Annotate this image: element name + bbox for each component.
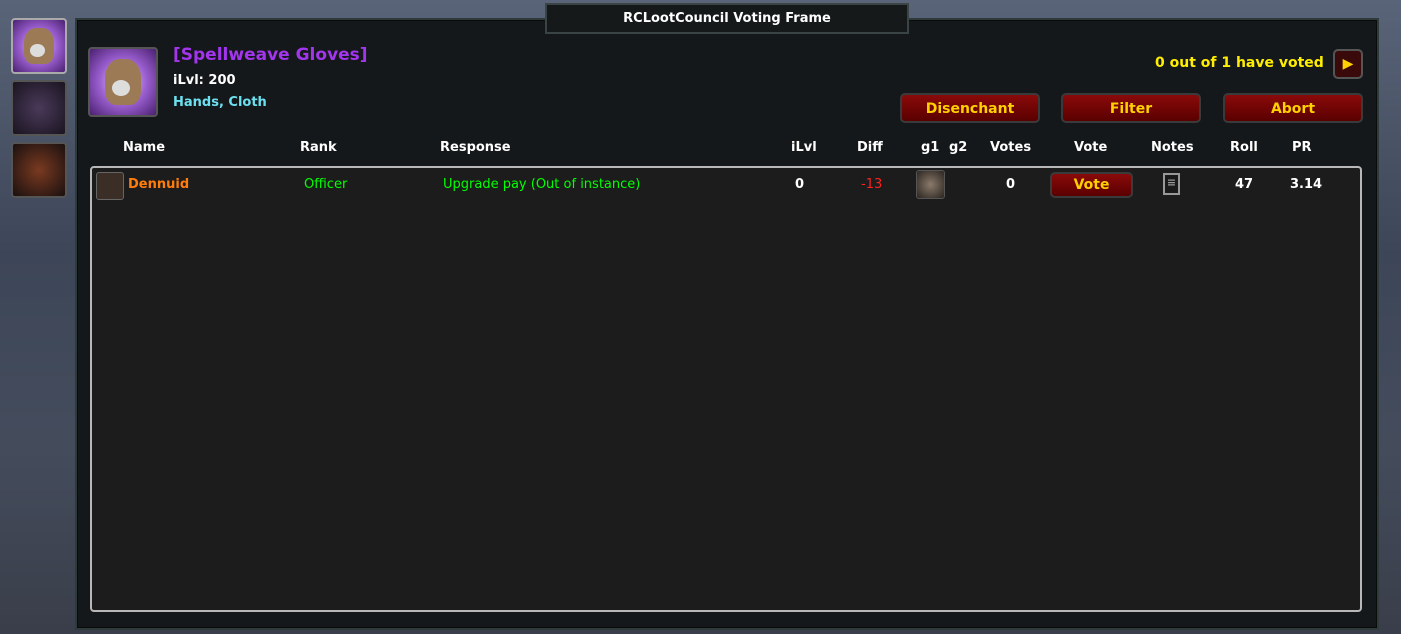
candidate-votes: 0	[1006, 177, 1016, 192]
session-item-1[interactable]	[11, 18, 67, 74]
candidate-name: Dennuid	[128, 177, 190, 192]
column-diff[interactable]: Diff	[857, 140, 883, 155]
item-ilvl: iLvl: 200	[173, 73, 236, 88]
next-arrow-icon[interactable]: ▶	[1333, 49, 1363, 79]
filter-button[interactable]: Filter	[1061, 93, 1201, 123]
disenchant-button[interactable]: Disenchant	[900, 93, 1040, 123]
item-icon[interactable]	[88, 47, 158, 117]
column-g2[interactable]: g2	[949, 140, 967, 155]
column-vote[interactable]: Vote	[1074, 140, 1107, 155]
window-title[interactable]: RCLootCouncil Voting Frame	[545, 3, 909, 34]
notes-icon[interactable]: ≡	[1163, 173, 1180, 195]
gear1-icon[interactable]	[916, 170, 945, 199]
column-notes[interactable]: Notes	[1151, 140, 1194, 155]
candidate-diff: -13	[861, 177, 883, 192]
session-item-3[interactable]	[11, 142, 67, 198]
candidate-table	[90, 166, 1362, 612]
candidate-pr: 3.14	[1290, 177, 1323, 192]
column-rank[interactable]: Rank	[300, 140, 337, 155]
column-g1[interactable]: g1	[921, 140, 939, 155]
column-votes[interactable]: Votes	[990, 140, 1031, 155]
candidate-rank: Officer	[304, 177, 348, 192]
column-response[interactable]: Response	[440, 140, 511, 155]
vote-button[interactable]: Vote	[1050, 172, 1133, 198]
column-roll[interactable]: Roll	[1230, 140, 1258, 155]
abort-button[interactable]: Abort	[1223, 93, 1363, 123]
column-pr[interactable]: PR	[1292, 140, 1312, 155]
class-icon	[96, 172, 124, 200]
column-ilvl[interactable]: iLvl	[791, 140, 817, 155]
column-name[interactable]: Name	[123, 140, 165, 155]
session-item-2[interactable]	[11, 80, 67, 136]
candidate-roll: 47	[1235, 177, 1254, 192]
item-name[interactable]: [Spellweave Gloves]	[173, 45, 368, 65]
candidate-response: Upgrade pay (Out of instance)	[443, 177, 641, 192]
candidate-ilvl: 0	[795, 177, 805, 192]
item-type: Hands, Cloth	[173, 95, 267, 110]
vote-status: 0 out of 1 have voted	[1155, 55, 1324, 71]
